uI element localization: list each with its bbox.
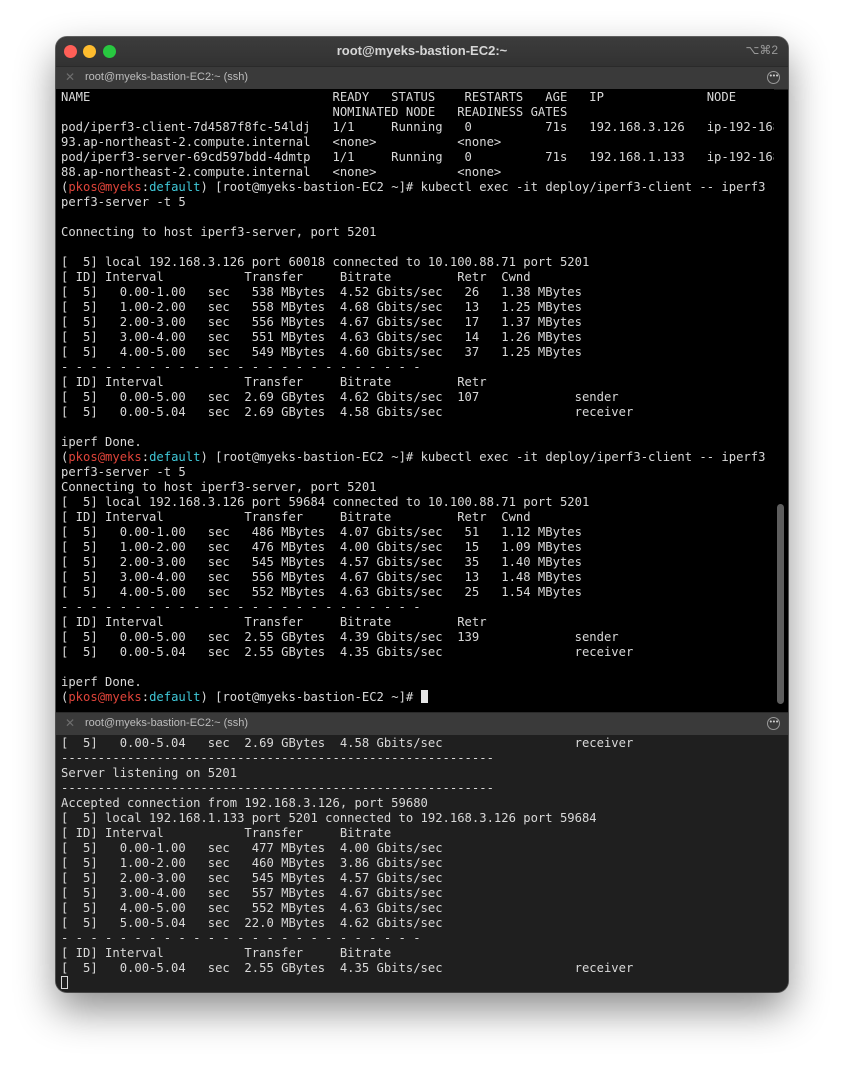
terminal-pane-top[interactable]: NAME READY STATUS RESTARTS AGE IP NODE N… xyxy=(56,89,774,712)
scrollbar-thumb-top[interactable] xyxy=(777,504,784,704)
terminal-line: [ ID] Interval Transfer Bitrate Retr xyxy=(61,375,487,389)
terminal-line: [ 5] 0.00-1.00 sec 538 MBytes 4.52 Gbits… xyxy=(61,285,582,299)
text-cursor xyxy=(420,690,428,703)
prompt-context: default xyxy=(149,690,201,704)
terminal-line: [ 5] 1.00-2.00 sec 558 MBytes 4.68 Gbits… xyxy=(61,300,582,314)
terminal-line: [ ID] Interval Transfer Bitrate xyxy=(61,946,392,960)
text-cursor xyxy=(61,976,68,989)
terminal-line: [ 5] 3.00-4.00 sec 557 MBytes 4.67 Gbits… xyxy=(61,886,443,900)
terminal-line: [ ID] Interval Transfer Bitrate Retr Cwn… xyxy=(61,510,531,524)
prompt-colon: : xyxy=(141,690,150,704)
terminal-line: Server listening on 5201 xyxy=(61,766,238,780)
prompt-context: default xyxy=(149,450,201,464)
terminal-line: [ 5] 4.00-5.00 sec 549 MBytes 4.60 Gbits… xyxy=(61,345,582,359)
prompt-context: default xyxy=(149,180,201,194)
window-shortcut-hint: ⌥⌘2 xyxy=(745,43,778,57)
pane-title: root@myeks-bastion-EC2:~ (ssh) xyxy=(85,717,249,729)
terminal-line: [ 5] local 192.168.3.126 port 59684 conn… xyxy=(61,495,590,509)
terminal-line: [ ID] Interval Transfer Bitrate Retr Cwn… xyxy=(61,270,531,284)
prompt-user: pkos xyxy=(68,690,98,704)
terminal-line: [ 5] 0.00-1.00 sec 486 MBytes 4.07 Gbits… xyxy=(61,525,582,539)
terminal-line: [ 5] 5.00-5.04 sec 22.0 MBytes 4.62 Gbit… xyxy=(61,916,443,930)
terminal-output[interactable]: [ 5] 0.00-5.04 sec 2.69 GBytes 4.58 Gbit… xyxy=(56,735,788,991)
terminal-line: [ 5] 4.00-5.00 sec 552 MBytes 4.63 Gbits… xyxy=(61,585,582,599)
command-text: kubectl exec -it deploy/iperf3-client --… xyxy=(420,450,774,464)
terminal-line: [ 5] 0.00-5.04 sec 2.69 GBytes 4.58 Gbit… xyxy=(61,736,634,750)
terminal-line: [ 5] local 192.168.1.133 port 5201 conne… xyxy=(61,811,597,825)
terminal-line: NAME READY STATUS RESTARTS AGE IP NODE xyxy=(61,90,737,104)
terminal-line: perf3-server -t 5 xyxy=(61,195,186,209)
prompt-host: myeks xyxy=(105,180,142,194)
shell-prompt-line: (pkos@myeks:default) [root@myeks-bastion… xyxy=(61,180,774,195)
terminal-line: [ 5] 0.00-5.00 sec 2.69 GBytes 4.62 Gbit… xyxy=(61,390,619,404)
terminal-line: - - - - - - - - - - - - - - - - - - - - … xyxy=(61,360,421,374)
close-pane-icon[interactable]: ✕ xyxy=(65,716,75,730)
terminal-line: [ 5] 0.00-5.04 sec 2.69 GBytes 4.58 Gbit… xyxy=(61,405,634,419)
terminal-line: [ 5] 2.00-3.00 sec 545 MBytes 4.57 Gbits… xyxy=(61,871,443,885)
terminal-line: ----------------------------------------… xyxy=(61,751,494,765)
terminal-line: [ 5] 0.00-5.04 sec 2.55 GBytes 4.35 Gbit… xyxy=(61,645,634,659)
prompt-shell: ) [root@myeks-bastion-EC2 ~]# xyxy=(200,690,421,704)
terminal-line: [ 5] local 192.168.3.126 port 60018 conn… xyxy=(61,255,590,269)
prompt-user: pkos xyxy=(68,450,98,464)
shell-prompt-line: (pkos@myeks:default) [root@myeks-bastion… xyxy=(61,690,774,705)
pane-header-bottom[interactable]: ✕ root@myeks-bastion-EC2:~ (ssh) ••• xyxy=(56,712,788,736)
pane-menu-icon[interactable]: ••• xyxy=(767,717,780,730)
title-bar[interactable]: root@myeks-bastion-EC2:~ ⌥⌘2 xyxy=(56,37,788,67)
terminal-line: iperf Done. xyxy=(61,435,142,449)
prompt-colon: : xyxy=(141,180,150,194)
terminal-line: pod/iperf3-server-69cd597bdd-4dmtp 1/1 R… xyxy=(61,150,774,164)
terminal-line: perf3-server -t 5 xyxy=(61,465,186,479)
terminal-line: 88.ap-northeast-2.compute.internal <none… xyxy=(61,165,502,179)
terminal-line: Accepted connection from 192.168.3.126, … xyxy=(61,796,428,810)
prompt-host: myeks xyxy=(105,690,142,704)
terminal-line: NOMINATED NODE READINESS GATES xyxy=(61,105,568,119)
prompt-at: @ xyxy=(97,450,106,464)
prompt-at: @ xyxy=(97,180,106,194)
prompt-host: myeks xyxy=(105,450,142,464)
terminal-line: [ 5] 4.00-5.00 sec 552 MBytes 4.63 Gbits… xyxy=(61,901,443,915)
terminal-line: - - - - - - - - - - - - - - - - - - - - … xyxy=(61,600,421,614)
terminal-line: [ 5] 0.00-5.04 sec 2.55 GBytes 4.35 Gbit… xyxy=(61,961,634,975)
terminal-output[interactable]: NAME READY STATUS RESTARTS AGE IP NODE N… xyxy=(56,89,774,705)
terminal-line: [ ID] Interval Transfer Bitrate Retr xyxy=(61,615,487,629)
pane-menu-icon[interactable]: ••• xyxy=(767,71,780,84)
terminal-line: [ 5] 0.00-1.00 sec 477 MBytes 4.00 Gbits… xyxy=(61,841,443,855)
window-title: root@myeks-bastion-EC2:~ xyxy=(336,43,508,58)
terminal-line: [ 5] 3.00-4.00 sec 551 MBytes 4.63 Gbits… xyxy=(61,330,582,344)
command-text: kubectl exec -it deploy/iperf3-client --… xyxy=(420,180,774,194)
terminal-pane-bottom[interactable]: [ 5] 0.00-5.04 sec 2.69 GBytes 4.58 Gbit… xyxy=(56,735,788,992)
prompt-shell: ) [root@myeks-bastion-EC2 ~]# xyxy=(200,180,421,194)
terminal-line: ----------------------------------------… xyxy=(61,781,494,795)
terminal-line: [ 5] 1.00-2.00 sec 476 MBytes 4.00 Gbits… xyxy=(61,540,582,554)
prompt-at: @ xyxy=(97,690,106,704)
prompt-shell: ) [root@myeks-bastion-EC2 ~]# xyxy=(200,450,421,464)
terminal-line xyxy=(61,976,788,991)
pane-title: root@myeks-bastion-EC2:~ (ssh) xyxy=(85,71,249,83)
close-pane-icon[interactable]: ✕ xyxy=(65,70,75,84)
terminal-window[interactable]: root@myeks-bastion-EC2:~ ⌥⌘2 ✕ root@myek… xyxy=(56,37,788,992)
terminal-line: - - - - - - - - - - - - - - - - - - - - … xyxy=(61,931,421,945)
terminal-line: [ ID] Interval Transfer Bitrate xyxy=(61,826,392,840)
terminal-line: [ 5] 0.00-5.00 sec 2.55 GBytes 4.39 Gbit… xyxy=(61,630,619,644)
pane-header-top[interactable]: ✕ root@myeks-bastion-EC2:~ (ssh) ••• xyxy=(56,66,788,90)
terminal-line: Connecting to host iperf3-server, port 5… xyxy=(61,480,377,494)
terminal-line: Connecting to host iperf3-server, port 5… xyxy=(61,225,377,239)
terminal-line: iperf Done. xyxy=(61,675,142,689)
terminal-line: [ 5] 2.00-3.00 sec 556 MBytes 4.67 Gbits… xyxy=(61,315,582,329)
terminal-line: pod/iperf3-client-7d4587f8fc-54ldj 1/1 R… xyxy=(61,120,774,134)
terminal-line: [ 5] 3.00-4.00 sec 556 MBytes 4.67 Gbits… xyxy=(61,570,582,584)
shell-prompt-line: (pkos@myeks:default) [root@myeks-bastion… xyxy=(61,450,774,465)
prompt-colon: : xyxy=(141,450,150,464)
terminal-line: [ 5] 1.00-2.00 sec 460 MBytes 3.86 Gbits… xyxy=(61,856,443,870)
terminal-line: 93.ap-northeast-2.compute.internal <none… xyxy=(61,135,502,149)
terminal-line: [ 5] 2.00-3.00 sec 545 MBytes 4.57 Gbits… xyxy=(61,555,582,569)
prompt-user: pkos xyxy=(68,180,98,194)
